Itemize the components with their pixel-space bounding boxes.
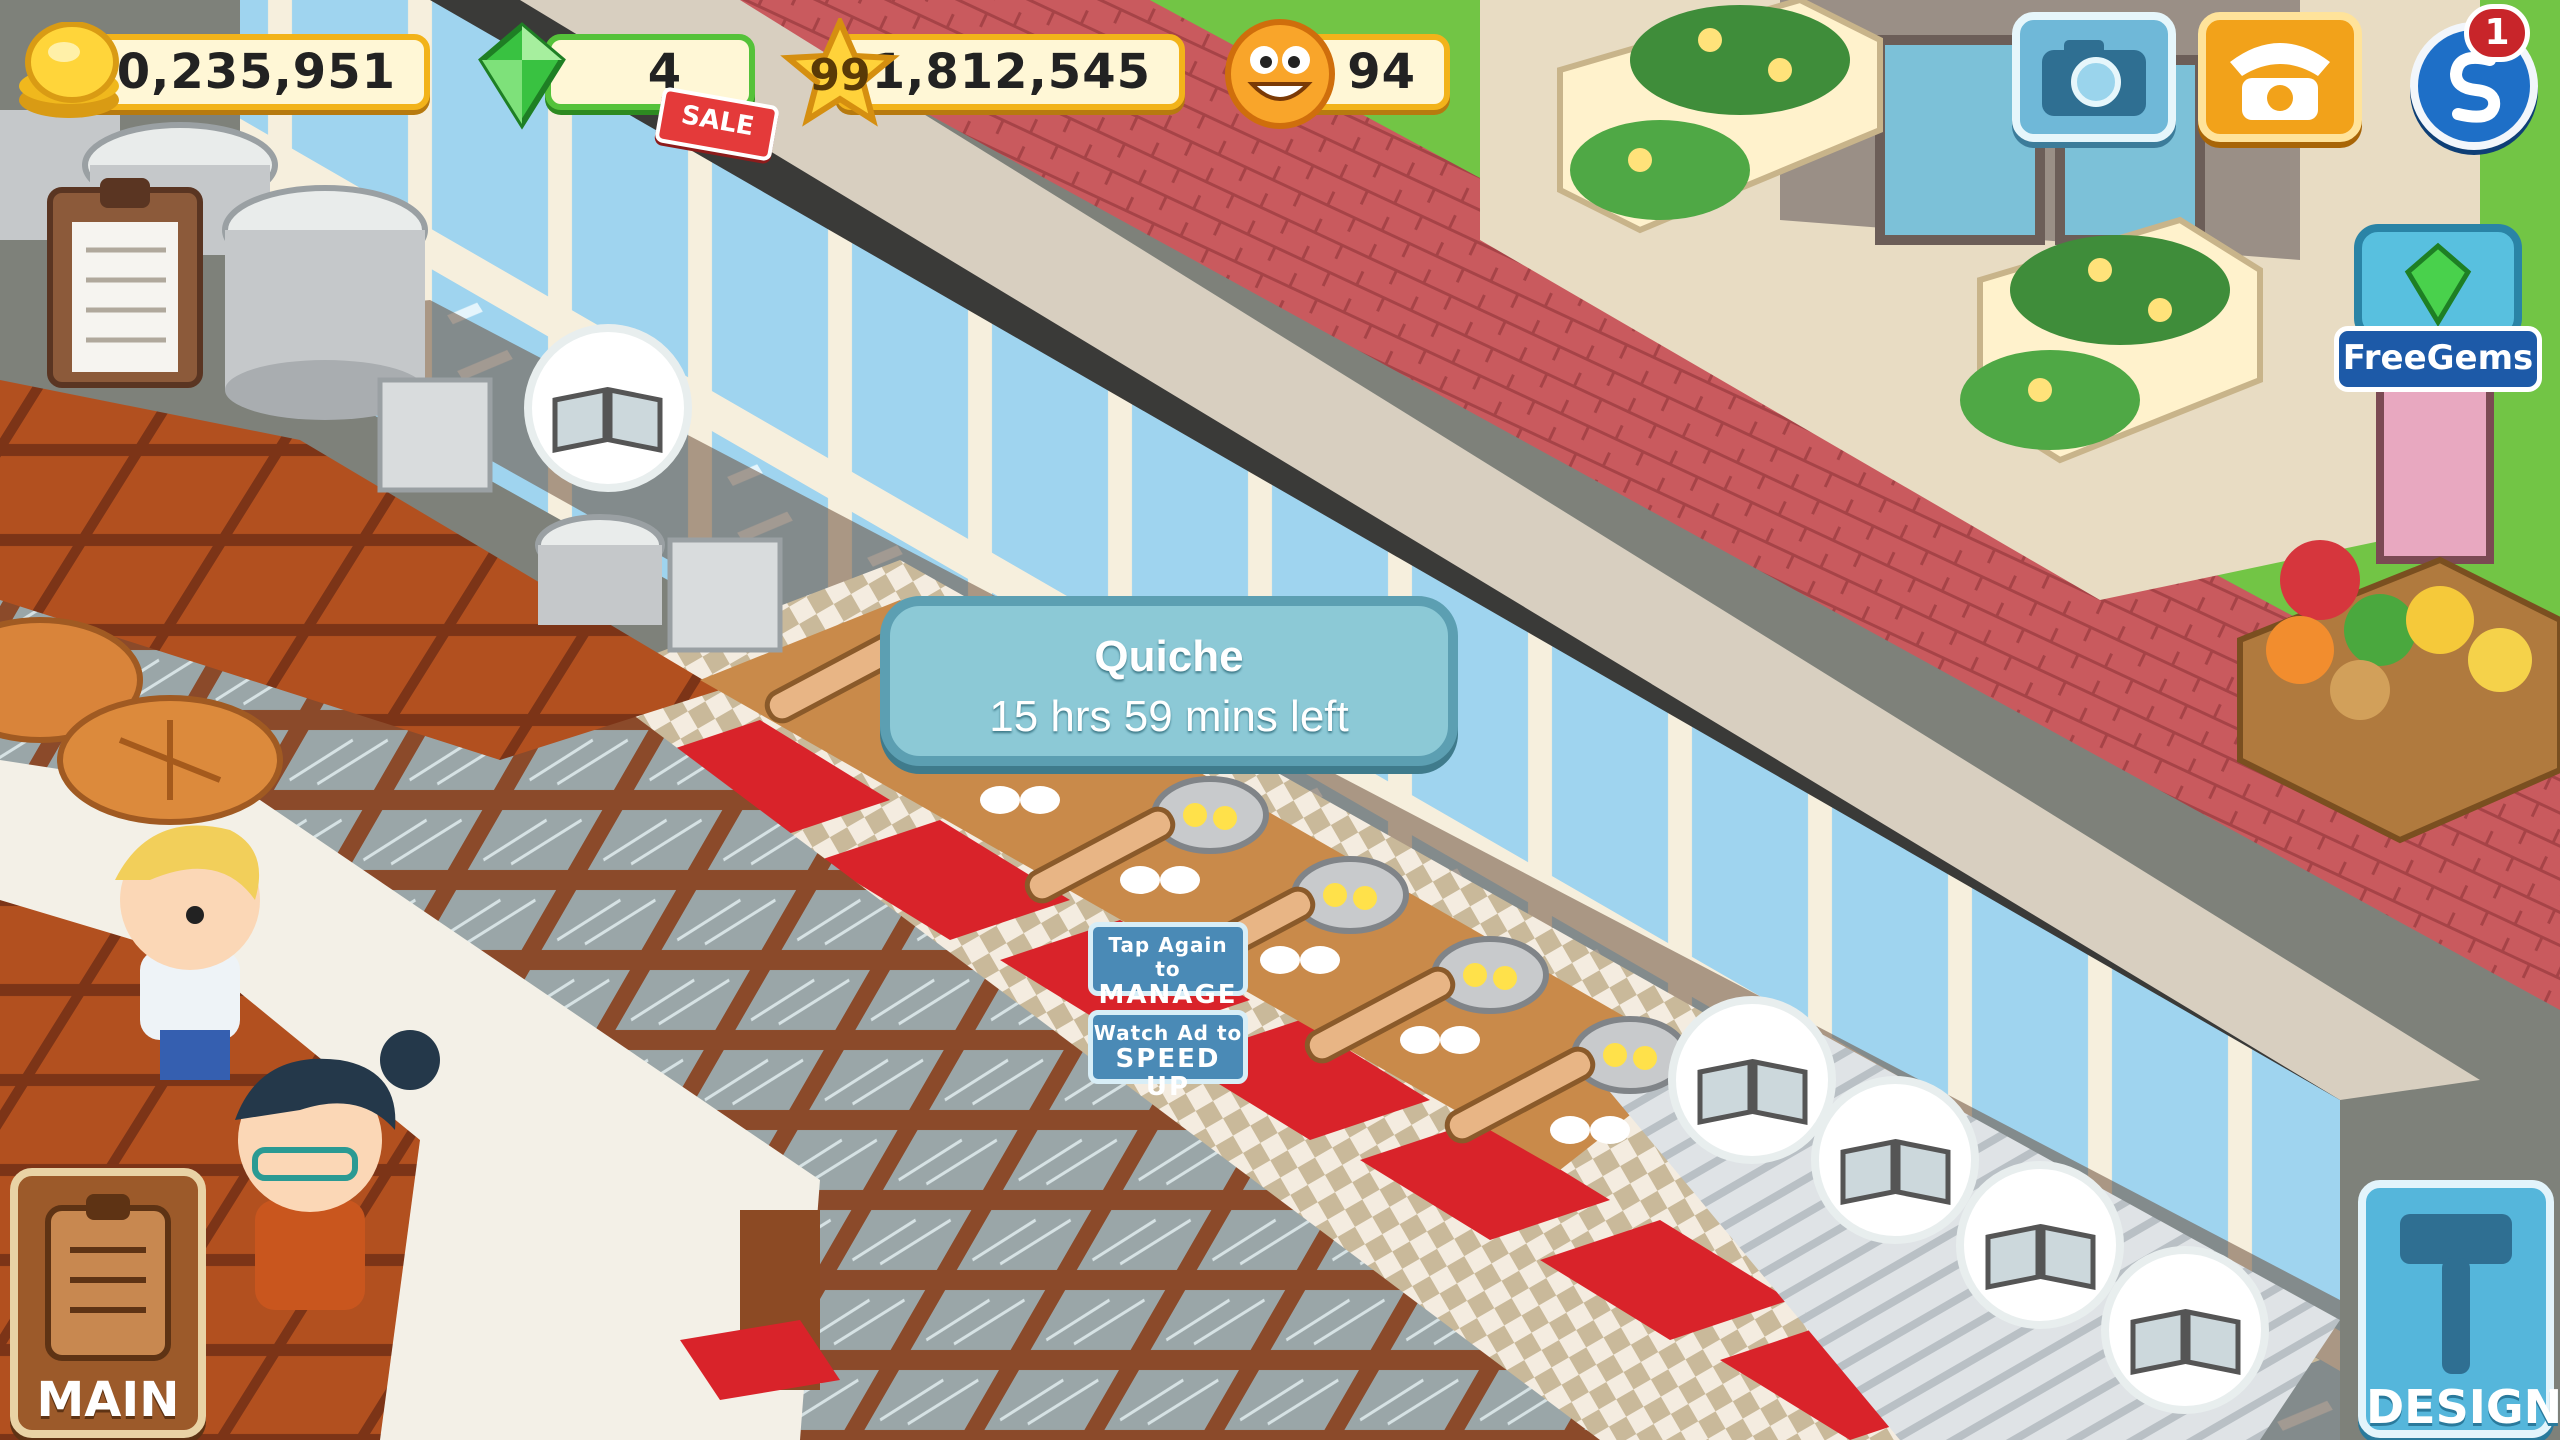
coins-value: 30,235,951 xyxy=(82,44,396,100)
level-value: 99 xyxy=(809,50,871,101)
smiley-face-icon xyxy=(1225,19,1335,129)
manage-button-line2: MANAGE xyxy=(1098,980,1238,1010)
camera-button[interactable] xyxy=(2012,12,2176,142)
main-label: MAIN xyxy=(36,1372,180,1428)
manage-button-line1: Tap Again to xyxy=(1108,933,1228,981)
level-star[interactable]: 99 xyxy=(780,18,900,128)
sale-badge-text: SALE xyxy=(678,99,757,143)
manage-button[interactable]: Tap Again to MANAGE xyxy=(1088,922,1248,1009)
dish-timer-tooltip: Quiche 15 hrs 59 mins left xyxy=(880,596,1458,766)
camera-icon xyxy=(2042,40,2146,116)
coin-stack-icon xyxy=(19,22,119,118)
phone-button[interactable] xyxy=(2198,12,2362,142)
speed-up-button[interactable]: Watch Ad to SPEED UP xyxy=(1088,1010,1248,1101)
happiness-value: 94 xyxy=(1347,44,1416,100)
clipboard-icon xyxy=(45,1194,171,1361)
dish-time-left: 15 hrs 59 mins left xyxy=(989,692,1349,741)
green-gem-icon xyxy=(478,22,566,130)
notification-badge: 1 xyxy=(2464,4,2530,62)
speed-up-button-line2: SPEED UP xyxy=(1115,1044,1221,1102)
telephone-icon xyxy=(2230,43,2330,120)
free-gems-button[interactable]: FreeGems xyxy=(2330,210,2546,400)
notification-count: 1 xyxy=(2484,12,2510,53)
design-button[interactable]: DESIGN xyxy=(2358,1180,2560,1438)
main-menu-button[interactable]: MAIN xyxy=(10,1168,206,1438)
hammer-icon xyxy=(2400,1214,2512,1374)
xp-value: 1,812,545 xyxy=(871,44,1151,100)
design-label: DESIGN xyxy=(2366,1380,2560,1434)
clipboard-icon[interactable] xyxy=(47,178,203,388)
dish-name: Quiche xyxy=(1094,632,1244,681)
free-gems-label: FreeGems xyxy=(2342,338,2534,378)
speed-up-button-line1: Watch Ad to xyxy=(1093,1021,1243,1045)
